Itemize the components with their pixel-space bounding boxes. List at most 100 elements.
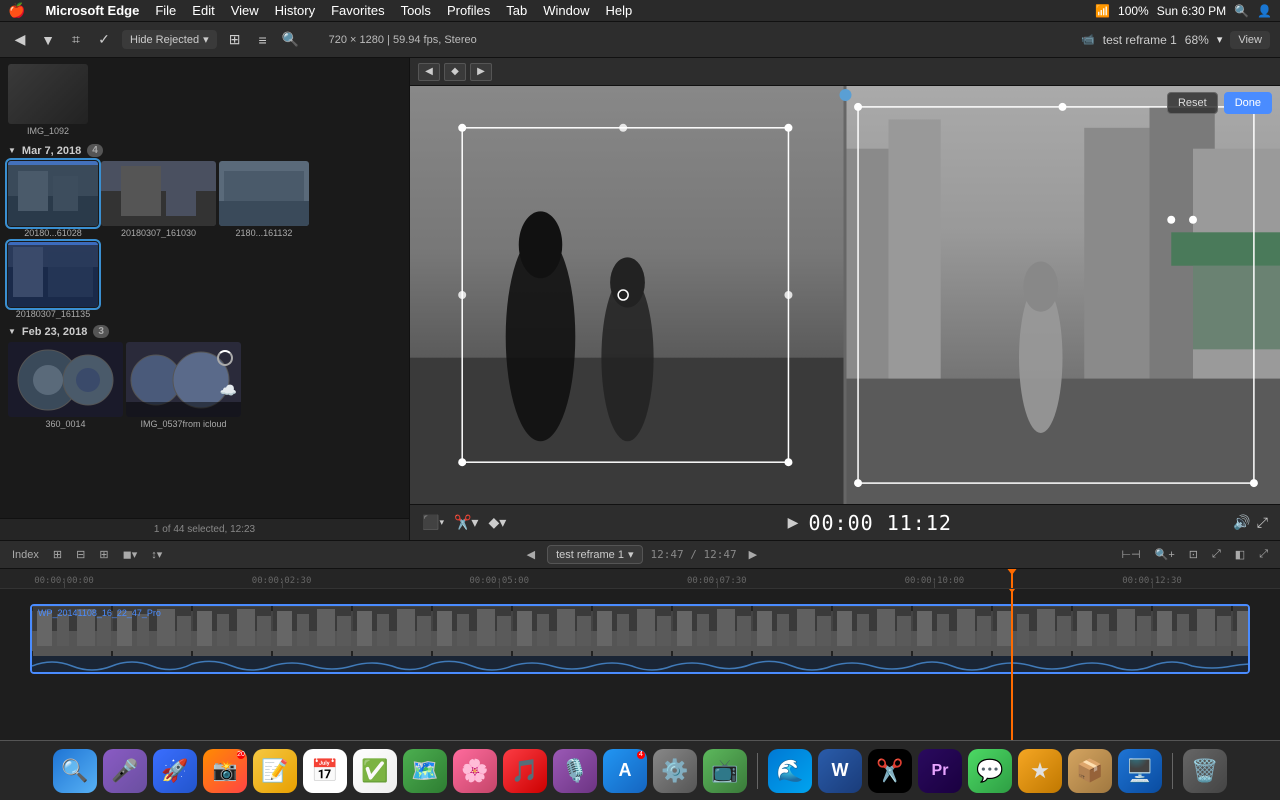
- timeline-zoom-in-btn[interactable]: 🔍+: [1151, 546, 1179, 563]
- dock-item-photos[interactable]: 📸 20: [203, 749, 247, 793]
- dock-item-goldenrod[interactable]: ★: [1018, 749, 1062, 793]
- filter-button[interactable]: Hide Rejected ▾: [122, 30, 217, 49]
- menu-item-edit[interactable]: Edit: [184, 0, 222, 22]
- volume-button[interactable]: 🔊: [1233, 514, 1250, 531]
- dock-separator: [757, 753, 758, 789]
- check-icon[interactable]: ✓: [94, 30, 114, 50]
- timeline-view-btn1[interactable]: ⊞: [49, 546, 66, 563]
- dock-item-podcasts[interactable]: 🎙️: [553, 749, 597, 793]
- top-handle[interactable]: [839, 89, 851, 101]
- clip-mode-button[interactable]: ⬛ ▾: [422, 514, 444, 531]
- date-group-feb23[interactable]: ▼ Feb 23, 2018 3: [4, 321, 405, 340]
- dock-item-maps[interactable]: 🗺️: [403, 749, 447, 793]
- timeline-full-btn[interactable]: ⤢: [1208, 546, 1225, 563]
- view-button[interactable]: View: [1230, 31, 1270, 49]
- timeline-fit-btn[interactable]: ⊡: [1185, 546, 1202, 563]
- list-item[interactable]: 2180...161132: [219, 161, 309, 238]
- dock-item-launchpad[interactable]: 🚀: [153, 749, 197, 793]
- list-item[interactable]: ☁️ IMG_0537from icloud: [126, 342, 241, 429]
- timeline-toolbar: Index ⊞ ⊟ ⊞ ◼▾ ↕▾ ◀ test reframe 1 ▾ 12:…: [0, 541, 1280, 569]
- keyframe-add-button[interactable]: ◆▾: [488, 514, 506, 531]
- installer-icon: 📦: [1076, 758, 1103, 784]
- timeline-audio-btn[interactable]: ⊢⊣: [1117, 546, 1144, 563]
- dock-item-installer[interactable]: 📦: [1068, 749, 1112, 793]
- track-label: WP_20141108_16_22_47_Pro: [38, 608, 161, 618]
- filter-chevron-icon: ▾: [203, 33, 209, 46]
- index-button[interactable]: Index: [8, 547, 43, 563]
- music-icon: 🎵: [511, 758, 538, 784]
- menu-item-favorites[interactable]: Favorites: [323, 0, 392, 22]
- list-item[interactable]: 20180307_161135: [8, 242, 98, 319]
- list-item[interactable]: 20180307_161030: [101, 161, 216, 238]
- menu-item-tools[interactable]: Tools: [393, 0, 439, 22]
- list-item[interactable]: 360_0014: [8, 342, 123, 429]
- dock-item-photos2[interactable]: 🌸: [453, 749, 497, 793]
- finalcut-icon: ✂️: [876, 758, 903, 784]
- timeline-view-btn3[interactable]: ⊞: [95, 546, 112, 563]
- timeline-next-btn[interactable]: ▶: [745, 546, 761, 563]
- apple-menu-icon[interactable]: 🍎: [8, 2, 25, 19]
- timeline-settings-btn[interactable]: ◧: [1231, 546, 1249, 563]
- dock-item-finalcut[interactable]: ✂️: [868, 749, 912, 793]
- menu-item-tab[interactable]: Tab: [498, 0, 535, 22]
- dock-item-word[interactable]: W: [818, 749, 862, 793]
- timeline-expand-btn[interactable]: ⤢: [1255, 546, 1272, 563]
- list-item[interactable]: 20180...61028: [8, 161, 98, 238]
- video-right-panel: [845, 86, 1280, 504]
- dock-item-siri[interactable]: 🎤: [103, 749, 147, 793]
- date-group-mar7[interactable]: ▼ Mar 7, 2018 4: [4, 140, 405, 159]
- dock-item-screens[interactable]: 📺: [703, 749, 747, 793]
- dock-item-premiere[interactable]: Pr: [918, 749, 962, 793]
- menu-item-app[interactable]: Microsoft Edge: [37, 0, 147, 22]
- grid-view-button[interactable]: ⊞: [225, 30, 245, 50]
- keyframe-button[interactable]: ◆: [444, 63, 466, 81]
- dock-item-calendar[interactable]: 📅: [303, 749, 347, 793]
- menu-item-file[interactable]: File: [147, 0, 184, 22]
- play-button[interactable]: ▶: [788, 514, 799, 531]
- search-icon[interactable]: 🔍: [1234, 4, 1249, 18]
- status-text: 1 of 44 selected, 12:23: [10, 524, 399, 535]
- dock-item-music[interactable]: 🎵: [503, 749, 547, 793]
- clip-title: test reframe 1: [1103, 33, 1177, 47]
- list-item[interactable]: IMG_1092: [8, 64, 88, 136]
- dock-item-settings[interactable]: ⚙️: [653, 749, 697, 793]
- menu-item-history[interactable]: History: [267, 0, 323, 22]
- fullscreen-button[interactable]: ⤢: [1257, 514, 1268, 531]
- calendar-icon: 📅: [311, 758, 338, 784]
- dock-item-messages[interactable]: 💬: [968, 749, 1012, 793]
- timeline-prev-btn[interactable]: ◀: [523, 546, 539, 563]
- back-button[interactable]: ◀: [10, 30, 30, 50]
- menu-item-window[interactable]: Window: [535, 0, 597, 22]
- collapse-icon: ▼: [8, 327, 16, 336]
- desktop-icon: 🖥️: [1126, 758, 1153, 784]
- forward-button[interactable]: ▼: [38, 30, 58, 50]
- account-icon[interactable]: 👤: [1257, 4, 1272, 18]
- timecode-display: 00:00 11:12: [808, 511, 951, 535]
- dock-item-desktop[interactable]: 🖥️: [1118, 749, 1162, 793]
- timeline-sort-btn[interactable]: ↕▾: [147, 546, 166, 563]
- timeline-view-btn2[interactable]: ⊟: [72, 546, 89, 563]
- trim-button[interactable]: ✂️▾: [454, 514, 478, 531]
- search-button[interactable]: 🔍: [281, 30, 301, 50]
- done-button[interactable]: Done: [1224, 92, 1272, 114]
- dock-item-edge[interactable]: 🌊: [768, 749, 812, 793]
- next-frame-button[interactable]: ▶: [470, 63, 492, 81]
- dock-item-trash[interactable]: 🗑️: [1183, 749, 1227, 793]
- prev-frame-button[interactable]: ◀: [418, 63, 440, 81]
- dock-item-reminders[interactable]: ✅: [353, 749, 397, 793]
- dock-item-finder[interactable]: 🔍: [53, 749, 97, 793]
- clip-name-dropdown[interactable]: test reframe 1 ▾: [547, 545, 642, 564]
- appstore-badge: 4: [637, 751, 645, 759]
- menu-item-profiles[interactable]: Profiles: [439, 0, 498, 22]
- dock-item-notes[interactable]: 📝: [253, 749, 297, 793]
- menu-item-view[interactable]: View: [223, 0, 267, 22]
- list-view-button[interactable]: ≡: [253, 30, 273, 50]
- reset-button[interactable]: Reset: [1167, 92, 1218, 114]
- left-panel: IMG_1092 ▼ Mar 7, 2018 4: [0, 58, 410, 540]
- video-left-panel: [410, 86, 845, 504]
- zoom-chevron-icon[interactable]: ▾: [1217, 33, 1223, 46]
- dock-item-appstore[interactable]: A 4: [603, 749, 647, 793]
- menu-item-help[interactable]: Help: [598, 0, 641, 22]
- timeline-view-btn4[interactable]: ◼▾: [119, 546, 142, 563]
- key-icon[interactable]: ⌗: [66, 30, 86, 50]
